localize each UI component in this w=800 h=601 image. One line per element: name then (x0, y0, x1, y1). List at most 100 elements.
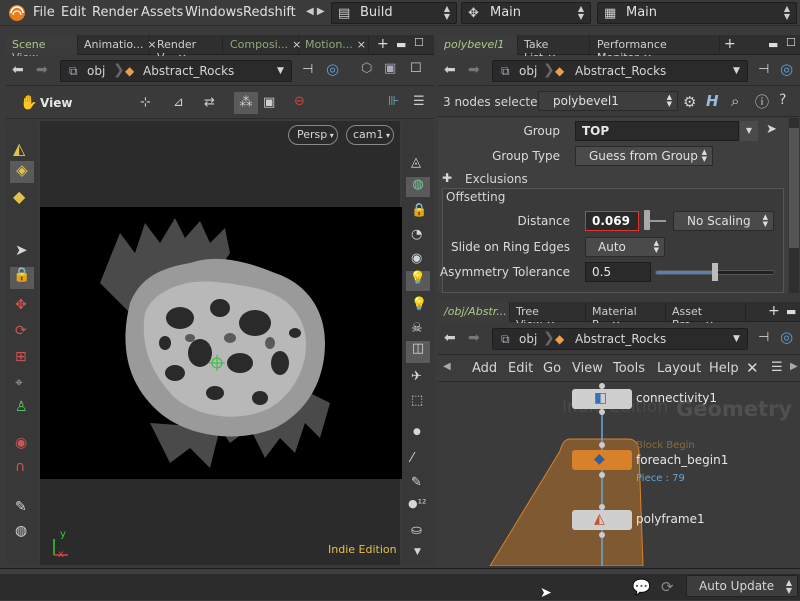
dot-icon[interactable]: ● (413, 427, 421, 437)
back-arrow-icon[interactable]: ⬅ (12, 62, 24, 78)
group-field[interactable]: TOP (575, 121, 739, 141)
snap-prim-icon[interactable]: ⊿ (173, 95, 184, 110)
scale-icon[interactable]: ⊞ (15, 349, 27, 365)
pose-icon[interactable]: ♙ (15, 399, 28, 415)
snap-multi-icon[interactable]: ⇄ (204, 95, 215, 110)
forward-arrow-icon[interactable]: ➡ (468, 330, 480, 346)
pane-layout-icon[interactable]: ▬ (768, 38, 778, 51)
add-tab-icon[interactable]: + (377, 36, 389, 52)
wrench-icon[interactable]: ✕ (746, 359, 759, 377)
collapse-icon[interactable]: ◀ (443, 361, 451, 372)
add-tab-icon[interactable]: + (768, 303, 780, 319)
menu-overflow-icon[interactable]: ◀ ▶ (306, 6, 325, 17)
foreach-begin-label[interactable]: foreach_begin1 (636, 453, 728, 467)
chat-bubble-icon[interactable]: 💬 (632, 578, 651, 596)
back-arrow-icon[interactable]: ⬅ (444, 62, 456, 78)
skull-icon[interactable]: ☠ (411, 321, 423, 336)
camera-button[interactable]: cam1 ▾ (346, 125, 394, 145)
asymmetry-slider-handle[interactable] (712, 263, 718, 281)
snap-screen-icon[interactable]: ▣ (263, 95, 275, 110)
display-geo-icon[interactable]: ◬ (411, 155, 421, 170)
param-scroll-thumb[interactable] (789, 128, 799, 248)
lock-camera-icon[interactable]: 🔒 (411, 203, 427, 218)
polyframe-node[interactable]: ◭ (572, 510, 632, 530)
distance-field[interactable]: 0.069 (585, 211, 639, 231)
forward-arrow-icon[interactable]: ➡ (468, 62, 480, 78)
persp-button[interactable]: Persp ▾ (288, 125, 338, 145)
lights-icon[interactable]: 💡 (411, 297, 427, 312)
light-icon[interactable]: 💡 (406, 271, 430, 291)
dropdown-arrow-icon[interactable]: ▼ (733, 334, 740, 344)
more-icon[interactable]: ☰ (413, 94, 425, 109)
viewport[interactable]: Persp ▾ cam1 ▾ y x (40, 121, 404, 590)
view-tool-icon[interactable]: ◉ (15, 435, 27, 451)
path-root[interactable]: obj (519, 64, 537, 78)
path-node[interactable]: Abstract_Rocks (575, 64, 666, 78)
context-combo[interactable]: ✥ Main ▲ ▼ (461, 2, 591, 24)
menu-edit[interactable]: Edit (61, 5, 86, 20)
tab-performance-monitor[interactable]: Performance Monitor× (591, 35, 720, 64)
path-root[interactable]: obj (87, 64, 105, 78)
dropdown-arrow-icon[interactable]: ▼ (733, 66, 740, 76)
group-dropdown-icon[interactable]: ▼ (740, 121, 758, 141)
desktop-combo[interactable]: ▤ Build ▲ ▼ (331, 2, 457, 24)
tab-scene-view[interactable]: Scene View (6, 35, 78, 64)
dropdown-arrow-icon[interactable]: ▼ (277, 66, 284, 76)
geometry-select-icon[interactable]: ◈ (10, 161, 34, 183)
background-icon[interactable]: ◔ (411, 227, 422, 242)
brush-icon[interactable]: ⁄ (411, 451, 413, 466)
connectivity-node[interactable]: ◧ (572, 389, 632, 409)
param-path-box[interactable]: ⧉ obj ❯ ◆ Abstract_Rocks ▼ (492, 60, 748, 82)
camera-icon[interactable]: ⬚ (411, 393, 423, 408)
tab-network[interactable]: /obj/Abstr... (438, 302, 510, 322)
wireframe-icon[interactable]: ◉ (411, 251, 422, 266)
menu-render[interactable]: Render (92, 5, 138, 20)
lock-select-icon[interactable]: 🔒 (10, 267, 34, 289)
link-icon[interactable]: ◎ (780, 60, 793, 78)
display-options-icon[interactable]: ▣ (384, 61, 396, 76)
maximize-icon[interactable]: ☐ (786, 36, 796, 49)
menu-redshift[interactable]: Redshift (243, 5, 296, 20)
close-icon[interactable]: × (357, 38, 366, 51)
info-icon[interactable]: ⓘ (755, 92, 769, 112)
refresh-icon[interactable]: ⟳ (661, 578, 674, 596)
record-icon[interactable]: ⊖ (294, 94, 305, 109)
add-tab-icon[interactable]: + (724, 36, 736, 52)
slide-dropdown[interactable]: Auto ▲ ▼ (585, 237, 665, 257)
twelve-icon[interactable]: ●¹² (408, 497, 426, 510)
tools-icon[interactable]: ⊪ (388, 94, 399, 109)
network-path-box[interactable]: ⧉ obj ❯ ◆ Abstract_Rocks ▼ (492, 328, 748, 350)
workspace-combo[interactable]: ▦ Main ▲ ▼ (597, 2, 797, 24)
tab-asset-browser[interactable]: Asset Bro...× (666, 302, 746, 331)
expand-icon[interactable]: ▶ (790, 361, 798, 372)
pen-icon[interactable]: ✎ (411, 475, 422, 490)
tab-animation[interactable]: Animatio... × (78, 35, 157, 55)
pane-layout-icon[interactable]: ▬ (786, 305, 796, 318)
connectivity-label[interactable]: connectivity1 (636, 391, 717, 405)
houdini-logo-icon[interactable] (6, 3, 28, 23)
asymmetry-field[interactable]: 0.5 (585, 262, 651, 282)
pin-icon[interactable]: ⊣ (758, 62, 769, 77)
selected-node-dropdown[interactable]: polybevel1 ▲ ▼ (538, 91, 678, 111)
snap-points-icon[interactable]: ⁂ (234, 92, 258, 114)
net-menu-go[interactable]: Go (543, 361, 561, 376)
expand-plus-icon[interactable]: ✚ (442, 171, 452, 185)
scene-path-box[interactable]: ⧉ obj ❯ ◆ Abstract_Rocks ▼ (60, 60, 292, 82)
sphere-icon[interactable]: ◍ (15, 523, 27, 539)
network-options-icon[interactable]: ☰ (771, 360, 783, 375)
param-scrollbar[interactable] (789, 118, 799, 293)
link-icon[interactable]: ◎ (780, 328, 793, 346)
select-arrow-icon[interactable]: ➤ (766, 122, 777, 137)
select-arrow-icon[interactable]: ➤ (15, 241, 28, 259)
transform-icon[interactable]: ✥ (15, 297, 27, 313)
menu-windows[interactable]: Windows (185, 5, 243, 20)
pin-icon[interactable]: ⊣ (758, 330, 769, 345)
group-type-dropdown[interactable]: Guess from Group ▲ ▼ (575, 146, 713, 166)
arrow-down-icon[interactable]: ▼ (414, 547, 421, 557)
menu-assets[interactable]: Assets (141, 5, 183, 20)
exclusions-label[interactable]: Exclusions (465, 172, 528, 186)
net-menu-add[interactable]: Add (472, 361, 497, 376)
paint-icon[interactable]: ✎ (15, 499, 27, 515)
tab-material-palette[interactable]: Material P...× (586, 302, 666, 331)
foreach-begin-node[interactable]: ◆ (572, 450, 632, 470)
